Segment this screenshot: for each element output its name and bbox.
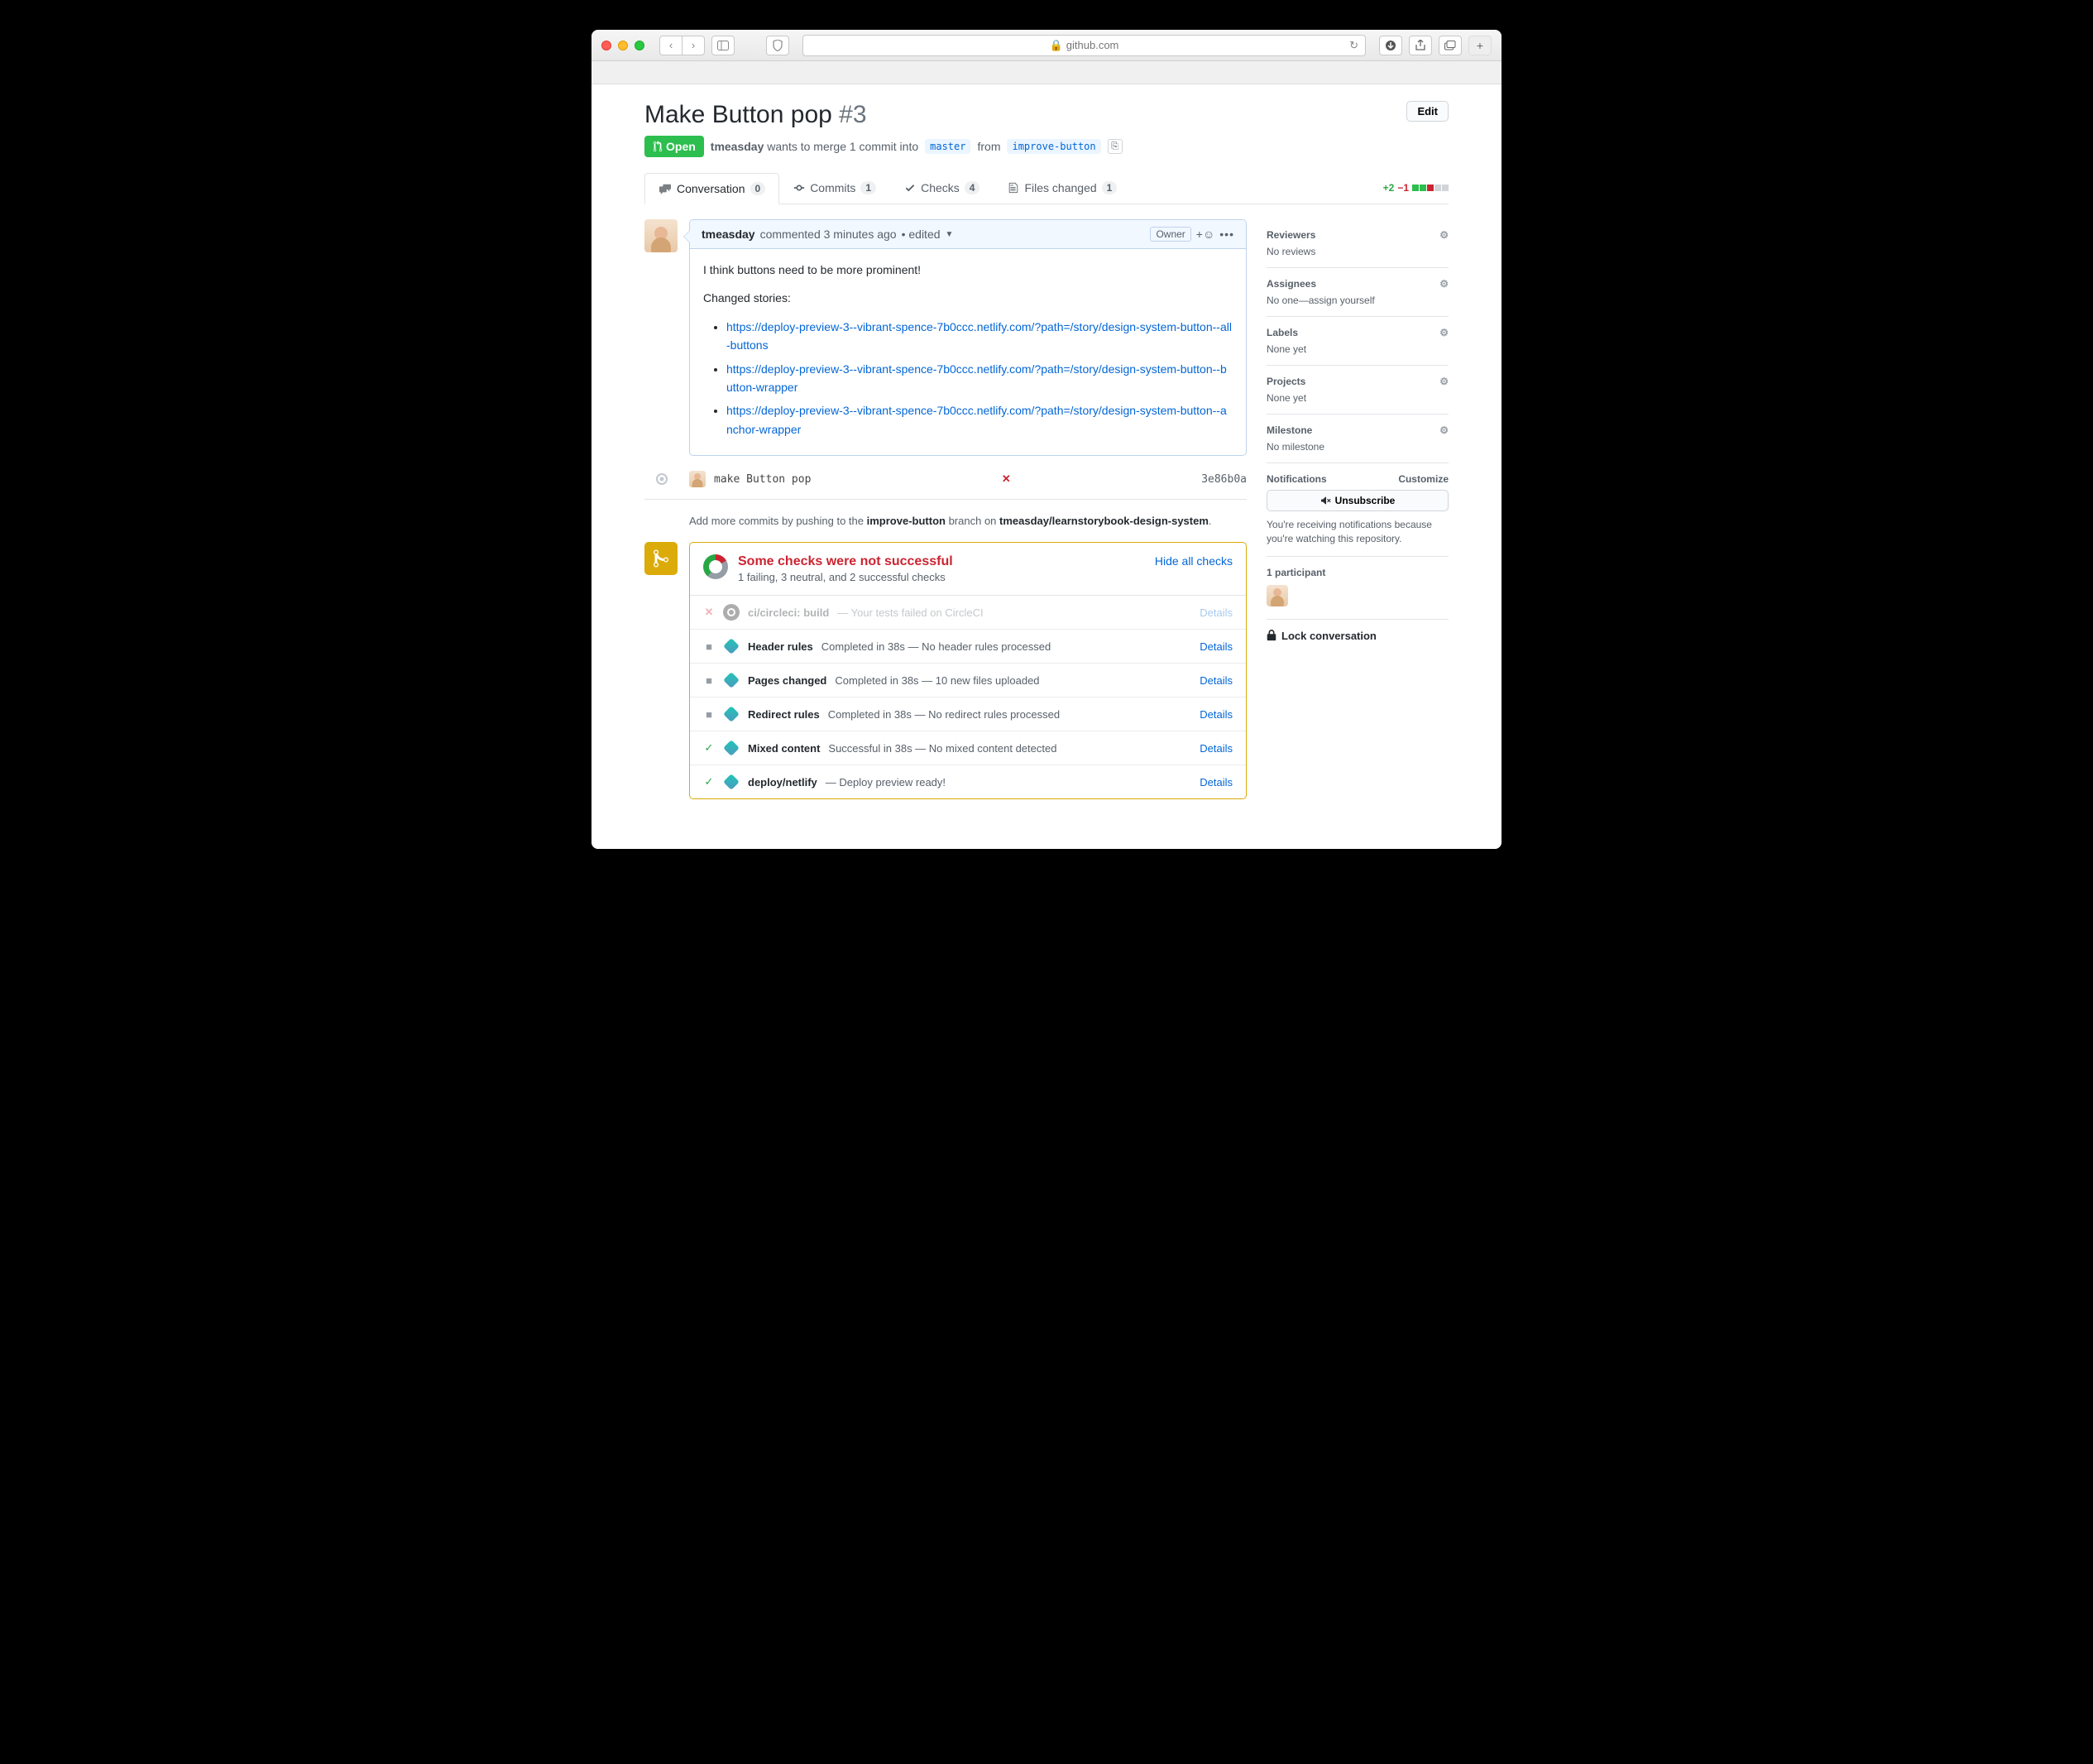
check-item: ✓deploy/netlify — Deploy preview ready!D… bbox=[690, 765, 1246, 798]
new-tab-icon[interactable]: + bbox=[1468, 36, 1492, 55]
checks-title: Some checks were not successful bbox=[738, 554, 953, 569]
gear-icon[interactable]: ⚙ bbox=[1439, 327, 1449, 338]
check-item: ✕ci/circleci: build — Your tests failed … bbox=[690, 596, 1246, 629]
nav-back[interactable]: ‹ bbox=[659, 36, 682, 55]
milestone-heading: Milestone bbox=[1267, 424, 1312, 436]
pr-meta: tmeasday wants to merge 1 commit into bbox=[711, 140, 918, 153]
gear-icon[interactable]: ⚙ bbox=[1439, 424, 1449, 436]
status-neutral-icon: ■ bbox=[703, 674, 715, 687]
merge-icon bbox=[644, 542, 678, 575]
check-details-link[interactable]: Details bbox=[1200, 776, 1233, 789]
push-hint: Add more commits by pushing to the impro… bbox=[689, 515, 1247, 527]
check-details-link[interactable]: Details bbox=[1200, 606, 1233, 619]
story-links: https://deploy-preview-3--vibrant-spence… bbox=[703, 318, 1233, 439]
status-pass-icon: ✓ bbox=[703, 775, 715, 789]
check-details-link[interactable]: Details bbox=[1200, 674, 1233, 687]
window-close[interactable] bbox=[601, 41, 611, 50]
tab-strip bbox=[592, 61, 1502, 84]
unsubscribe-button[interactable]: Unsubscribe bbox=[1267, 490, 1449, 511]
pr-title: Make Button pop #3 bbox=[644, 101, 867, 129]
story-link[interactable]: https://deploy-preview-3--vibrant-spence… bbox=[726, 404, 1227, 435]
avatar[interactable] bbox=[644, 219, 678, 252]
tab-checks[interactable]: Checks 4 bbox=[890, 172, 994, 204]
state-badge: Open bbox=[644, 136, 704, 157]
netlify-icon bbox=[723, 672, 740, 688]
status-pass-icon: ✓ bbox=[703, 741, 715, 755]
netlify-icon bbox=[723, 638, 740, 654]
url-domain: github.com bbox=[1066, 39, 1119, 51]
gear-icon[interactable]: ⚙ bbox=[1439, 229, 1449, 241]
assignees-heading: Assignees bbox=[1267, 278, 1316, 290]
window-minimize[interactable] bbox=[618, 41, 628, 50]
head-branch[interactable]: improve-button bbox=[1007, 139, 1100, 154]
status-neutral-icon: ■ bbox=[703, 640, 715, 653]
status-fail-icon: ✕ bbox=[703, 606, 715, 619]
check-item: ■Redirect rules Completed in 38s — No re… bbox=[690, 697, 1246, 731]
owner-badge: Owner bbox=[1150, 227, 1190, 242]
kebab-menu[interactable]: ••• bbox=[1219, 228, 1234, 241]
check-item: ✓Mixed content Successful in 38s — No mi… bbox=[690, 731, 1246, 765]
tab-commits[interactable]: Commits 1 bbox=[779, 172, 890, 204]
copy-icon[interactable]: ⎘ bbox=[1108, 139, 1123, 154]
status-neutral-icon: ■ bbox=[703, 708, 715, 721]
tabs-icon[interactable] bbox=[1439, 36, 1462, 55]
avatar[interactable] bbox=[689, 471, 706, 487]
netlify-icon bbox=[723, 706, 740, 722]
check-details-link[interactable]: Details bbox=[1200, 742, 1233, 755]
share-icon[interactable] bbox=[1409, 36, 1432, 55]
status-donut-icon bbox=[703, 554, 728, 579]
tab-conversation[interactable]: Conversation 0 bbox=[644, 173, 779, 204]
check-item: ■Header rules Completed in 38s — No head… bbox=[690, 629, 1246, 663]
base-branch[interactable]: master bbox=[925, 139, 970, 154]
commit-row: make Button pop ✕ 3e86b0a bbox=[689, 471, 1247, 487]
downloads-icon[interactable] bbox=[1379, 36, 1402, 55]
edit-button[interactable]: Edit bbox=[1406, 101, 1449, 122]
participants-heading: 1 participant bbox=[1267, 567, 1325, 578]
sidebar-toggle[interactable] bbox=[711, 36, 735, 55]
story-link[interactable]: https://deploy-preview-3--vibrant-spence… bbox=[726, 320, 1232, 352]
netlify-icon bbox=[723, 740, 740, 756]
notifications-heading: Notifications bbox=[1267, 473, 1327, 485]
browser-titlebar: ‹ › 🔒 github.com ↻ + bbox=[592, 30, 1502, 61]
check-details-link[interactable]: Details bbox=[1200, 640, 1233, 653]
diffstat: +2 −1 bbox=[1383, 182, 1449, 194]
checks-subtitle: 1 failing, 3 neutral, and 2 successful c… bbox=[738, 571, 953, 583]
customize-link[interactable]: Customize bbox=[1398, 473, 1449, 485]
projects-heading: Projects bbox=[1267, 376, 1305, 387]
gear-icon[interactable]: ⚙ bbox=[1439, 376, 1449, 387]
caret-down-icon[interactable]: ▼ bbox=[946, 230, 954, 239]
lock-icon: 🔒 bbox=[1050, 39, 1063, 52]
check-item: ■Pages changed Completed in 38s — 10 new… bbox=[690, 663, 1246, 697]
comment-author[interactable]: tmeasday bbox=[702, 228, 755, 241]
privacy-report[interactable] bbox=[766, 36, 789, 55]
tab-files[interactable]: Files changed 1 bbox=[994, 172, 1131, 204]
hide-checks-link[interactable]: Hide all checks bbox=[1155, 554, 1233, 568]
check-details-link[interactable]: Details bbox=[1200, 708, 1233, 721]
netlify-icon bbox=[723, 774, 740, 790]
reload-icon[interactable]: ↻ bbox=[1349, 39, 1358, 52]
commit-sha[interactable]: 3e86b0a bbox=[1201, 473, 1247, 486]
reaction-button[interactable]: +☺ bbox=[1196, 228, 1214, 241]
avatar[interactable] bbox=[1267, 585, 1288, 606]
status-fail-icon: ✕ bbox=[1002, 472, 1011, 486]
nav-forward[interactable]: › bbox=[682, 36, 705, 55]
circle-icon bbox=[723, 604, 740, 621]
labels-heading: Labels bbox=[1267, 327, 1298, 338]
lock-conversation[interactable]: Lock conversation bbox=[1267, 620, 1449, 642]
address-bar[interactable]: 🔒 github.com ↻ bbox=[802, 35, 1366, 56]
window-zoom[interactable] bbox=[635, 41, 644, 50]
reviewers-heading: Reviewers bbox=[1267, 229, 1315, 241]
commit-dot-icon bbox=[656, 473, 668, 485]
story-link[interactable]: https://deploy-preview-3--vibrant-spence… bbox=[726, 362, 1227, 394]
comment-box: tmeasday commented 3 minutes ago • edite… bbox=[689, 219, 1247, 456]
gear-icon[interactable]: ⚙ bbox=[1439, 278, 1449, 290]
